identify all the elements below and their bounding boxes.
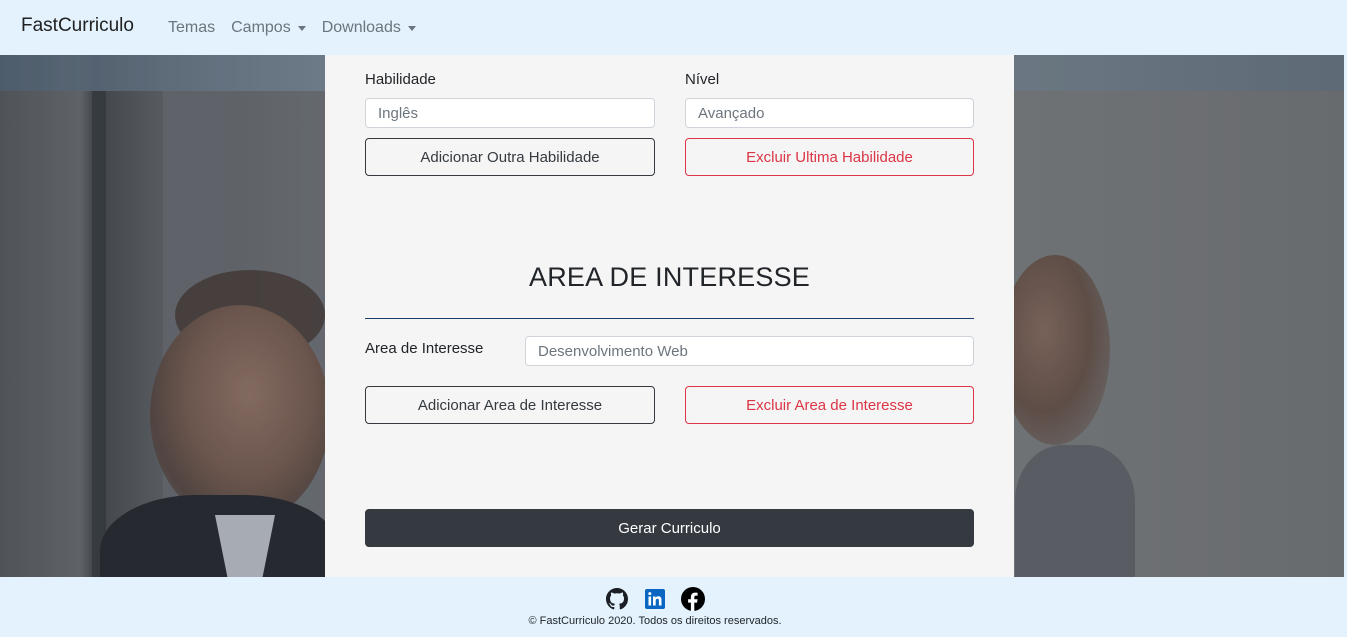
level-input[interactable]: [685, 98, 974, 128]
skill-label: Habilidade: [365, 71, 436, 88]
nav-item-downloads[interactable]: Downloads: [322, 19, 416, 37]
skill-input[interactable]: [365, 98, 655, 128]
nav-item-label: Downloads: [321, 18, 401, 36]
linkedin-icon[interactable]: [643, 587, 667, 611]
section-divider: [365, 318, 974, 319]
level-label: Nível: [685, 71, 720, 88]
nav-item-campos[interactable]: Campos: [231, 19, 306, 37]
caret-down-icon: [407, 25, 416, 31]
form-panel: Habilidade Nível Adicionar Outra Habilid…: [325, 55, 1014, 577]
facebook-icon[interactable]: [681, 587, 705, 611]
nav-item-label: Campos: [231, 18, 291, 36]
generate-resume-button[interactable]: Gerar Curriculo: [365, 509, 974, 547]
add-interest-button[interactable]: Adicionar Area de Interesse: [365, 386, 655, 424]
footer: © FastCurriculo 2020. Todos os direitos …: [0, 577, 1347, 637]
remove-last-skill-button[interactable]: Excluir Ultima Habilidade: [685, 138, 974, 176]
nav-item-temas[interactable]: Temas: [168, 19, 215, 37]
navbar: FastCurriculo Temas Campos Downloads: [0, 0, 1347, 55]
caret-down-icon: [297, 25, 306, 31]
interest-input[interactable]: [525, 336, 974, 366]
section-title-interests: AREA DE INTERESSE: [529, 262, 810, 292]
add-skill-button[interactable]: Adicionar Outra Habilidade: [365, 138, 655, 176]
interest-label: Area de Interesse: [365, 340, 484, 357]
nav-item-label: Temas: [167, 18, 216, 36]
copyright-text: © FastCurriculo 2020. Todos os direitos …: [528, 615, 782, 627]
remove-interest-button[interactable]: Excluir Area de Interesse: [685, 386, 974, 424]
github-icon[interactable]: [605, 587, 629, 611]
navbar-brand[interactable]: FastCurriculo: [21, 15, 134, 37]
social-links: [0, 587, 1310, 611]
